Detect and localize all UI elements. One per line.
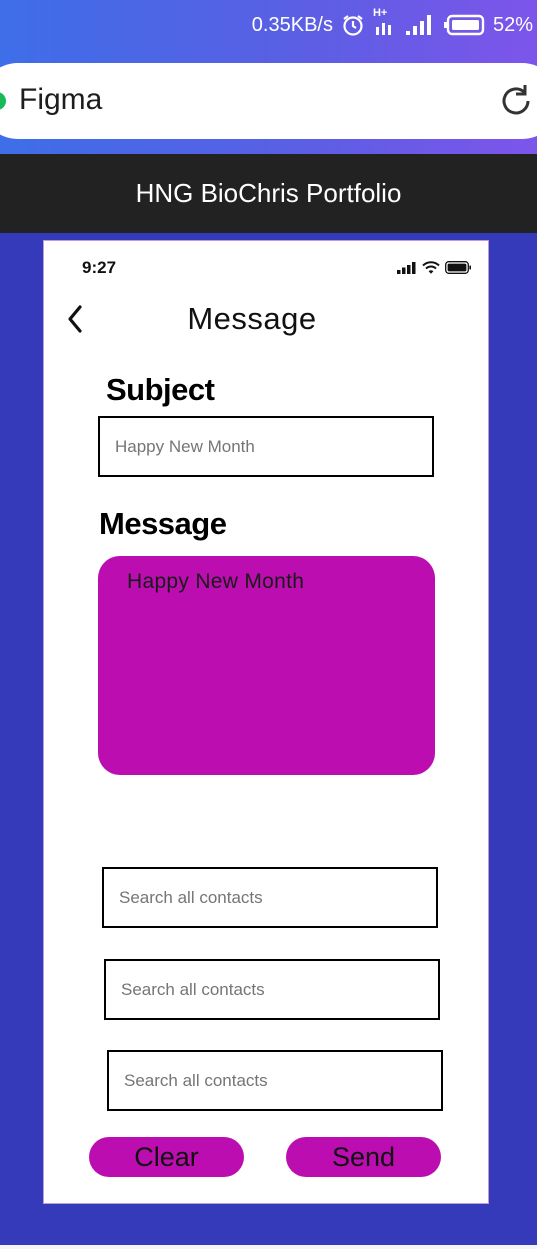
url-title: Figma [19,83,103,116]
reload-icon[interactable] [498,83,534,124]
subject-input[interactable] [98,416,434,477]
message-textarea[interactable]: Happy New Month [98,556,435,775]
phone-time: 9:27 [82,258,117,277]
bottom-edge [0,1245,537,1249]
clear-button[interactable]: Clear [89,1137,244,1177]
wifi-icon [422,261,440,279]
phone-indicators [397,261,472,279]
system-status-bar: 0.35KB/s H+ 52% [0,0,537,50]
contact-search-input-1[interactable] [102,867,438,928]
battery-percent: 52% [492,13,533,36]
message-label: Message [99,506,227,541]
browser-url-bar[interactable]: Figma [0,63,537,139]
page-header: HNG BioChris Portfolio [0,154,537,233]
phone-status-bar: 9:27 [44,241,490,291]
nav-title: Message [187,301,317,336]
subject-label: Subject [106,372,215,407]
signal-icon [405,14,435,36]
status-indicators: 0.35KB/s H+ 52% [251,7,533,40]
contact-search-input-3[interactable] [107,1050,443,1111]
signal-icon [397,261,417,279]
alarm-icon [341,13,365,37]
network-type-icon: H+ [373,7,397,37]
contact-search-input-2[interactable] [104,959,440,1020]
battery-icon [443,14,485,36]
site-favicon-icon [0,92,6,110]
phone-frame: 9:27 Message Subject Message Happy New M… [43,240,489,1204]
battery-icon [445,261,472,279]
send-button[interactable]: Send [286,1137,441,1177]
message-text: Happy New Month [127,570,305,593]
network-speed: 0.35KB/s [251,13,333,36]
